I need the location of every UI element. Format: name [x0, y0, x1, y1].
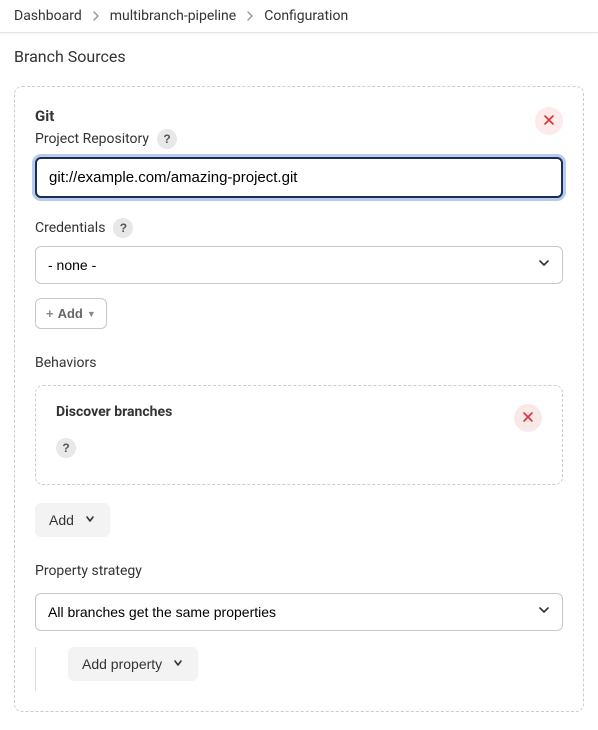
git-source-title: Git	[35, 107, 177, 125]
chevron-down-icon	[172, 656, 184, 672]
section-title-branch-sources: Branch Sources	[14, 47, 584, 66]
breadcrumb: Dashboard multibranch-pipeline Configura…	[0, 0, 598, 33]
behavior-title: Discover branches	[56, 404, 172, 420]
plus-icon: +	[46, 306, 54, 321]
behavior-item: Discover branches ?	[35, 385, 563, 485]
credentials-select[interactable]: - none -	[35, 246, 563, 284]
remove-source-button[interactable]	[535, 107, 563, 135]
project-repository-label: Project Repository	[35, 131, 149, 147]
breadcrumb-item-multibranch[interactable]: multibranch-pipeline	[110, 8, 237, 24]
chevron-down-icon	[84, 512, 96, 528]
caret-down-icon: ▼	[87, 309, 96, 319]
add-credentials-label: Add	[58, 306, 83, 321]
add-behavior-label: Add	[49, 512, 74, 528]
credentials-label: Credentials	[35, 220, 105, 236]
property-structure: Add property	[35, 647, 563, 691]
property-strategy-label: Property strategy	[35, 563, 563, 579]
close-icon	[522, 411, 534, 426]
chevron-right-icon	[244, 10, 256, 22]
breadcrumb-item-configuration[interactable]: Configuration	[264, 8, 348, 24]
breadcrumb-item-dashboard[interactable]: Dashboard	[14, 8, 82, 24]
remove-behavior-button[interactable]	[514, 404, 542, 432]
git-source-panel: Git Project Repository ? Credentials ?	[14, 86, 584, 712]
help-icon[interactable]: ?	[157, 129, 177, 149]
add-property-button[interactable]: Add property	[68, 647, 198, 681]
add-credentials-button[interactable]: + Add ▼	[35, 298, 107, 329]
behaviors-heading: Behaviors	[35, 355, 563, 371]
close-icon	[543, 114, 555, 129]
help-icon[interactable]: ?	[56, 438, 76, 458]
project-repository-input[interactable]	[35, 157, 563, 198]
add-behavior-button[interactable]: Add	[35, 503, 110, 537]
help-icon[interactable]: ?	[113, 218, 133, 238]
property-strategy-select[interactable]: All branches get the same properties	[35, 593, 563, 631]
add-property-label: Add property	[82, 656, 162, 672]
chevron-right-icon	[90, 10, 102, 22]
